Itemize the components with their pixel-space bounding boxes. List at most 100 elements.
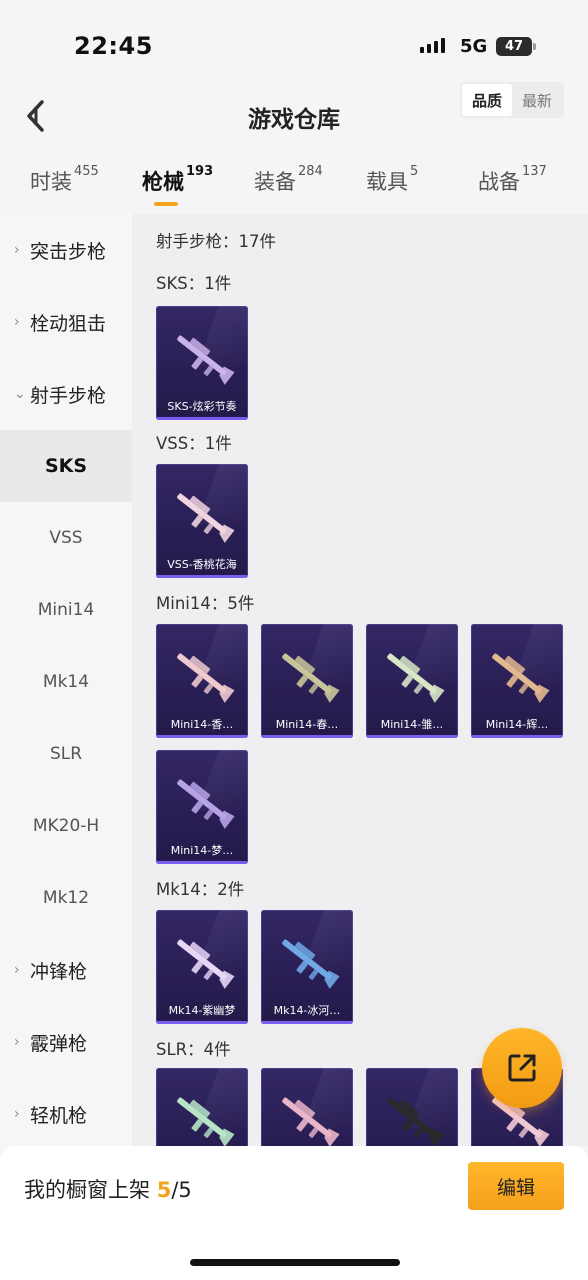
section-label-mk14: Mk14：2件 [156, 880, 245, 899]
sidebar-item-label: 射手步枪 [30, 384, 107, 407]
sort-quality-button[interactable]: 品质 [462, 84, 512, 116]
status-time: 22:45 [74, 32, 153, 60]
sort-newest-button[interactable]: 最新 [512, 84, 562, 116]
battery-icon: 47 [496, 37, 536, 56]
external-link-icon [508, 1054, 536, 1082]
tab-guns[interactable]: 枪械 193 [142, 164, 214, 196]
weapon-card[interactable]: Mini14-辉… [471, 624, 563, 738]
weapon-card[interactable] [366, 1068, 458, 1146]
sidebar-item-slr[interactable]: SLR [0, 718, 132, 790]
chevron-right-icon: › [14, 1106, 20, 1122]
tab-label: 时装 [30, 170, 72, 194]
network-type: 5G [460, 36, 488, 57]
status-bar: 22:45 5G 47 [0, 0, 588, 80]
edit-button[interactable]: 编辑 [468, 1162, 564, 1210]
weapon-card-name: Mini14-春… [275, 718, 339, 731]
tab-label: 枪械 [142, 170, 184, 194]
weapon-card-name: Mk14-冰河… [273, 1004, 341, 1017]
showcase-label: 我的橱窗上架 [24, 1178, 150, 1202]
sidebar-item-mk12[interactable]: Mk12 [0, 862, 132, 934]
weapon-card-name: VSS-香桃花海 [167, 558, 237, 571]
weapon-card[interactable] [156, 1068, 248, 1146]
tab-count: 5 [410, 164, 419, 179]
home-indicator [190, 1259, 400, 1266]
section-label-sks: SKS：1件 [156, 274, 232, 293]
weapon-card-name: Mini14-辉… [485, 718, 549, 731]
rifle-icon [387, 653, 445, 703]
sidebar-group-bolt-snipers[interactable]: › 栓动狙击 [0, 286, 132, 358]
rifle-icon [387, 1097, 445, 1146]
chevron-right-icon: › [14, 1034, 20, 1050]
weapon-card[interactable]: Mini14-雏… [366, 624, 458, 738]
sidebar-item-label: 霰弹枪 [30, 1032, 88, 1055]
rifle-icon [177, 939, 235, 989]
rifle-icon [282, 1097, 340, 1146]
sidebar-group-marksman-rifles[interactable]: ⌄ 射手步枪 [0, 358, 132, 430]
open-external-button[interactable] [482, 1028, 562, 1108]
rifle-icon [282, 939, 340, 989]
weapon-card-name: Mk14-紫幽梦 [168, 1004, 236, 1017]
weapon-card[interactable]: Mini14-香… [156, 624, 248, 738]
chevron-down-icon: ⌄ [14, 386, 26, 402]
weapon-card-name: Mini14-梦… [170, 844, 234, 857]
weapon-card[interactable]: Mini14-春… [261, 624, 353, 738]
cellular-signal-icon [420, 38, 445, 53]
tab-costume[interactable]: 时装 455 [30, 164, 99, 196]
showcase-total: /5 [171, 1178, 192, 1202]
tab-vehicles[interactable]: 载具 5 [366, 164, 419, 196]
rifle-icon [282, 653, 340, 703]
sidebar-item-label: 冲锋枪 [30, 960, 88, 983]
rifle-icon [492, 653, 550, 703]
chevron-right-icon: › [14, 242, 20, 258]
tab-label: 战备 [478, 170, 520, 194]
tab-label: 载具 [366, 170, 408, 194]
sidebar-group-smgs[interactable]: › 冲锋枪 [0, 934, 132, 1006]
weapon-card-name: Mini14-香… [170, 718, 234, 731]
sidebar-item-mini14[interactable]: Mini14 [0, 574, 132, 646]
tab-supplies[interactable]: 战备 137 [478, 164, 547, 196]
chevron-right-icon: › [14, 314, 20, 330]
showcase-status: 我的橱窗上架 5/5 [24, 1174, 192, 1204]
sidebar-group-assault-rifles[interactable]: › 突击步枪 [0, 214, 132, 286]
sidebar-group-lmgs[interactable]: › 轻机枪 [0, 1078, 132, 1146]
rifle-icon [177, 653, 235, 703]
section-label-mini14: Mini14：5件 [156, 594, 255, 613]
weapon-card[interactable]: Mk14-冰河… [261, 910, 353, 1024]
weapon-card-name: Mini14-雏… [380, 718, 444, 731]
rifle-icon [177, 335, 235, 385]
weapon-grid: 射手步枪：17件 SKS：1件 SKS-炫彩节奏 VSS：1件 VSS-香桃花海… [132, 214, 588, 1146]
tab-count: 455 [74, 164, 99, 179]
tab-equipment[interactable]: 装备 284 [254, 164, 323, 196]
tab-label: 装备 [254, 170, 296, 194]
rifle-icon [177, 493, 235, 543]
category-summary: 射手步枪：17件 [156, 232, 276, 251]
sidebar-item-vss[interactable]: VSS [0, 502, 132, 574]
rifle-icon [177, 779, 235, 829]
active-tab-indicator [154, 202, 178, 206]
weapon-card[interactable]: VSS-香桃花海 [156, 464, 248, 578]
sidebar-item-mk20h[interactable]: MK20-H [0, 790, 132, 862]
sidebar-group-shotguns[interactable]: › 霰弹枪 [0, 1006, 132, 1078]
tab-count: 284 [298, 164, 323, 179]
tab-count: 137 [522, 164, 547, 179]
sidebar-item-sks[interactable]: SKS [0, 430, 132, 502]
weapon-card-name: SKS-炫彩节奏 [167, 400, 237, 413]
category-tabs: 时装 455 枪械 193 装备 284 载具 5 战备 137 [0, 160, 588, 212]
sidebar-item-label: 轻机枪 [30, 1104, 88, 1127]
tab-count: 193 [186, 164, 214, 179]
sidebar-item-mk14[interactable]: Mk14 [0, 646, 132, 718]
weapon-card[interactable]: SKS-炫彩节奏 [156, 306, 248, 420]
sidebar-item-label: 栓动狙击 [30, 312, 107, 335]
section-label-vss: VSS：1件 [156, 434, 232, 453]
rifle-icon [177, 1097, 235, 1146]
weapon-category-sidebar: › 突击步枪 › 栓动狙击 ⌄ 射手步枪 SKS VSS Mini14 Mk14 SL… [0, 214, 132, 1146]
sidebar-item-label: 突击步枪 [30, 240, 107, 263]
weapon-card[interactable]: Mk14-紫幽梦 [156, 910, 248, 1024]
battery-level: 47 [504, 39, 524, 54]
weapon-card[interactable] [261, 1068, 353, 1146]
sort-toggle: 品质 最新 [460, 82, 564, 118]
section-label-slr: SLR：4件 [156, 1040, 231, 1059]
weapon-card[interactable]: Mini14-梦… [156, 750, 248, 864]
chevron-right-icon: › [14, 962, 20, 978]
showcase-count: 5 [156, 1178, 172, 1202]
